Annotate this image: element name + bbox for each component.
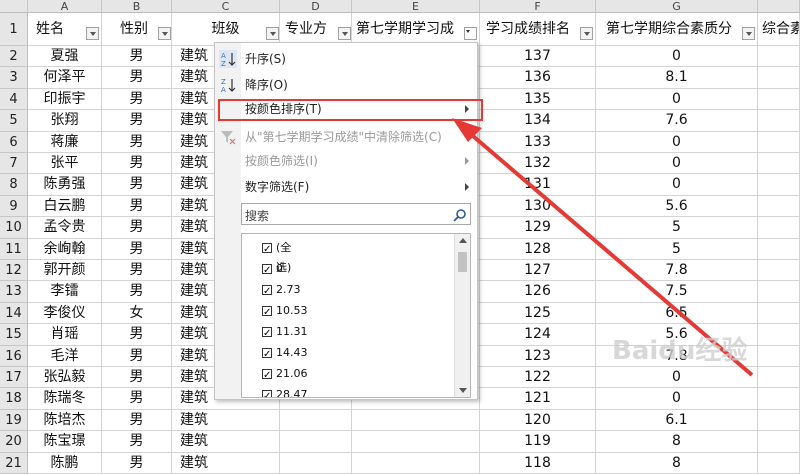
- cell-empty[interactable]: [758, 431, 800, 453]
- cell-score[interactable]: 8: [596, 452, 758, 474]
- cell-sex[interactable]: 男: [102, 452, 172, 474]
- cell-sex[interactable]: 男: [102, 409, 172, 432]
- cell-sex[interactable]: 男: [102, 431, 172, 453]
- cell-score[interactable]: 8: [596, 431, 758, 453]
- cell-empty[interactable]: [352, 431, 480, 453]
- row-header[interactable]: 21: [0, 452, 28, 474]
- cell-empty[interactable]: [758, 452, 800, 474]
- cell-name[interactable]: 陈鹏: [28, 452, 102, 474]
- cell-empty[interactable]: [352, 452, 480, 474]
- cell-rank[interactable]: 120: [480, 409, 596, 432]
- cell-empty[interactable]: [352, 409, 480, 432]
- cell-rank[interactable]: 118: [480, 452, 596, 474]
- cell-score[interactable]: 6.1: [596, 409, 758, 432]
- cell-rank[interactable]: 119: [480, 431, 596, 453]
- cell-cls[interactable]: 建筑: [172, 431, 280, 453]
- cell-empty[interactable]: [280, 409, 352, 432]
- cell-cls[interactable]: 建筑: [172, 452, 280, 474]
- cell-name[interactable]: 陈培杰: [28, 409, 102, 432]
- cell-empty[interactable]: [280, 431, 352, 453]
- watermark: Baidu经验: [612, 336, 748, 366]
- cell-name[interactable]: 陈宝璟: [28, 431, 102, 453]
- row-header[interactable]: 19: [0, 409, 28, 432]
- cell-cls[interactable]: 建筑: [172, 409, 280, 432]
- row-header[interactable]: 20: [0, 431, 28, 453]
- cell-empty[interactable]: [758, 409, 800, 432]
- cell-empty[interactable]: [280, 452, 352, 474]
